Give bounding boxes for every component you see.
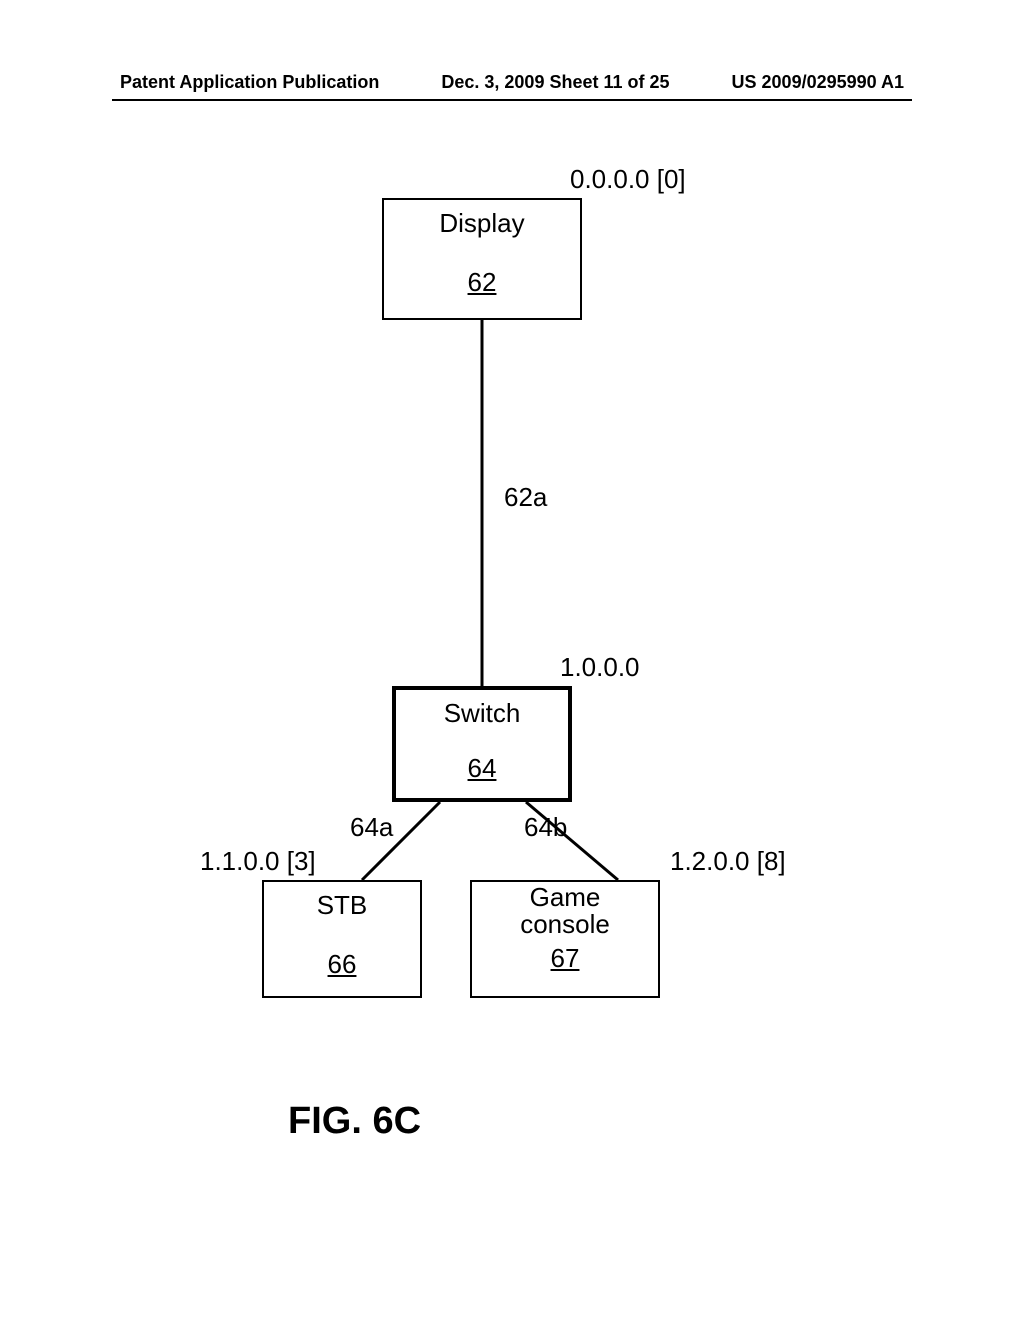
game-console-node: Game console 67 — [470, 880, 660, 998]
display-node-label: Display — [384, 208, 580, 239]
switch-address-label: 1.0.0.0 — [560, 652, 640, 683]
game-node-label-2: console — [472, 911, 658, 938]
display-node: Display 62 — [382, 198, 582, 320]
stb-node-label: STB — [264, 890, 420, 921]
game-node-ref: 67 — [472, 945, 658, 972]
stb-node: STB 66 — [262, 880, 422, 998]
switch-node-ref: 64 — [396, 753, 568, 784]
edge-switch-game-label: 64b — [524, 812, 567, 843]
display-address-label: 0.0.0.0 [0] — [570, 164, 686, 195]
switch-node: Switch 64 — [392, 686, 572, 802]
figure-caption: FIG. 6C — [288, 1100, 421, 1143]
stb-address-label: 1.1.0.0 [3] — [200, 846, 316, 877]
edge-display-switch-label: 62a — [504, 482, 547, 513]
diagram-area: 0.0.0.0 [0] Display 62 62a 1.0.0.0 Switc… — [0, 0, 1024, 1320]
edge-switch-stb-label: 64a — [350, 812, 393, 843]
stb-node-ref: 66 — [264, 949, 420, 980]
game-node-label-1: Game — [472, 884, 658, 911]
page: Patent Application Publication Dec. 3, 2… — [0, 0, 1024, 1320]
game-address-label: 1.2.0.0 [8] — [670, 846, 786, 877]
switch-node-label: Switch — [396, 698, 568, 729]
display-node-ref: 62 — [384, 267, 580, 298]
